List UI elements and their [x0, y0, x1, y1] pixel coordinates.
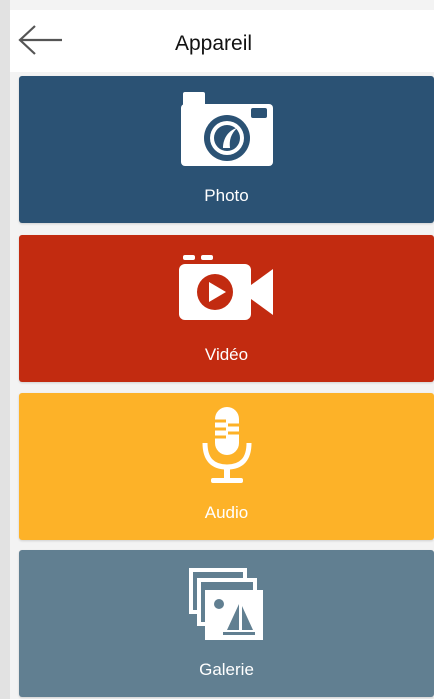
video-label: Vidéo — [204, 345, 249, 364]
arrow-left-icon — [18, 25, 62, 55]
top-bar: Appareil — [10, 10, 434, 72]
gallery-tile[interactable]: Galerie — [19, 550, 434, 697]
video-tile[interactable]: Vidéo — [19, 235, 434, 382]
photo-label: Photo — [204, 186, 249, 205]
audio-label: Audio — [204, 503, 249, 522]
video-camera-icon — [178, 255, 275, 326]
page-title: Appareil — [175, 32, 253, 55]
photo-tile[interactable]: Photo — [19, 76, 434, 223]
gallery-label: Galerie — [199, 660, 254, 679]
audio-tile[interactable]: Audio — [19, 393, 434, 540]
microphone-icon — [199, 407, 255, 490]
back-button[interactable] — [18, 24, 66, 56]
gallery-icon — [187, 566, 267, 647]
app-screen: Appareil Photo Vidéo Audio Galerie — [0, 0, 434, 699]
camera-icon — [179, 90, 275, 173]
left-edge-strip — [0, 0, 10, 699]
